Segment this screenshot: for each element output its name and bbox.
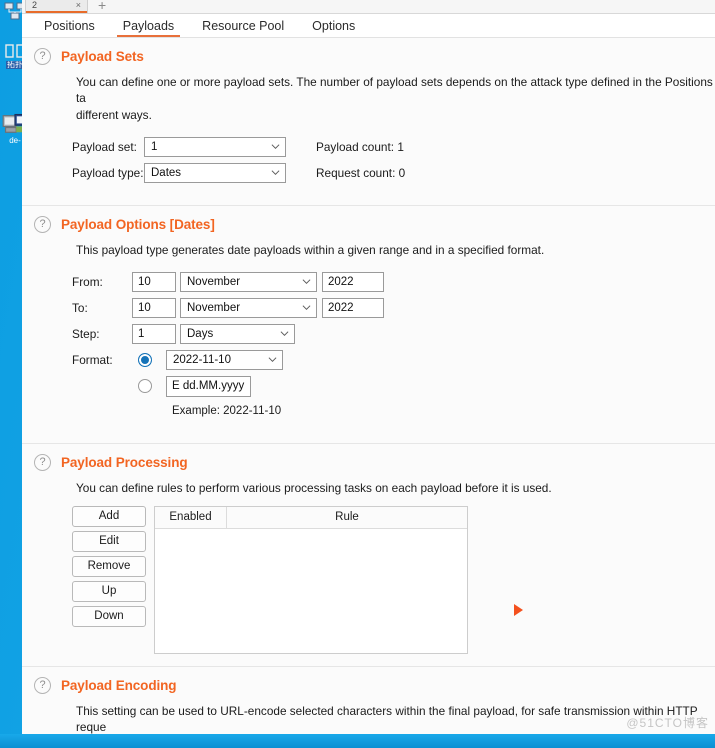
format-label: Format: <box>72 353 113 368</box>
up-button[interactable]: Up <box>72 581 146 603</box>
step-row: Step: 1 Days <box>72 321 715 347</box>
tab-options[interactable]: Options <box>298 19 369 37</box>
to-day-input[interactable]: 10 <box>132 298 176 319</box>
section-payload-encoding: ? Payload Encoding This setting can be u… <box>22 667 715 734</box>
taskbar <box>0 734 715 748</box>
payload-encoding-description: This setting can be used to URL-encode s… <box>76 704 698 734</box>
close-icon[interactable]: × <box>76 0 81 10</box>
from-label: From: <box>72 275 103 290</box>
payload-sets-form: Payload set: 1 Payload count: 1 Payload … <box>72 134 715 186</box>
from-month-value: November <box>187 276 241 289</box>
payload-set-value: 1 <box>151 140 158 153</box>
step-label: Step: <box>72 327 100 342</box>
burp-intruder-window: 2 × + Positions Payloads Resource Pool O… <box>22 0 715 734</box>
to-row: To: 10 November 2022 <box>72 295 715 321</box>
payload-processing-description: You can define rules to perform various … <box>76 481 552 495</box>
tab-positions[interactable]: Positions <box>30 19 109 37</box>
section-payload-sets: ? Payload Sets You can define one or mor… <box>22 38 715 206</box>
format-example: Example: 2022-11-10 <box>172 405 282 418</box>
from-month-select[interactable]: November <box>180 272 317 293</box>
desktop-icon-computer-label: de- <box>9 137 21 145</box>
tab-resource-pool[interactable]: Resource Pool <box>188 19 298 37</box>
payload-encoding-header: ? Payload Encoding <box>34 677 715 694</box>
request-count-label: Request count: 0 <box>316 165 406 180</box>
remove-button[interactable]: Remove <box>72 556 146 578</box>
payload-set-label: Payload set: <box>72 139 137 154</box>
to-label: To: <box>72 301 88 316</box>
payload-type-value: Dates <box>151 166 182 179</box>
help-icon[interactable]: ? <box>34 48 51 65</box>
payload-options-header: ? Payload Options [Dates] <box>34 216 715 233</box>
down-button[interactable]: Down <box>72 606 146 628</box>
payload-type-select[interactable]: Dates <box>144 162 286 183</box>
help-icon[interactable]: ? <box>34 454 51 471</box>
payload-processing-buttons: Add Edit Remove Up Down <box>72 506 146 654</box>
payload-options-title: Payload Options [Dates] <box>61 217 215 232</box>
format-preset-select[interactable]: 2022-11-10 <box>166 350 283 371</box>
format-preset-radio[interactable] <box>138 353 152 368</box>
to-month-select[interactable]: November <box>180 298 317 319</box>
payload-set-row: Payload set: 1 Payload count: 1 <box>72 134 715 160</box>
step-input[interactable]: 1 <box>132 324 176 345</box>
payload-type-label: Payload type: <box>72 165 144 180</box>
from-day-input[interactable]: 10 <box>132 272 176 293</box>
payload-options-description: This payload type generates date payload… <box>76 243 545 257</box>
watermark: @51CTO博客 <box>626 716 709 730</box>
payload-encoding-title: Payload Encoding <box>61 678 177 693</box>
edit-button[interactable]: Edit <box>72 531 146 553</box>
chevron-down-icon <box>271 170 280 175</box>
document-tab-label: 2 <box>32 0 38 10</box>
payload-sets-title: Payload Sets <box>61 49 144 64</box>
annotation-arrow-icon <box>514 604 523 616</box>
from-row: From: 10 November 2022 <box>72 269 715 295</box>
column-header-rule: Rule <box>335 511 359 524</box>
step-unit-select[interactable]: Days <box>180 324 295 345</box>
help-icon[interactable]: ? <box>34 216 51 233</box>
intruder-tab-bar: Positions Payloads Resource Pool Options <box>22 14 715 38</box>
format-preset-value: 2022-11-10 <box>173 354 231 367</box>
payload-processing-title: Payload Processing <box>61 455 188 470</box>
tab-payloads[interactable]: Payloads <box>109 19 188 37</box>
add-button[interactable]: Add <box>72 506 146 528</box>
payload-count-label: Payload count: 1 <box>316 139 404 154</box>
from-year-input[interactable]: 2022 <box>322 272 384 293</box>
chevron-down-icon <box>302 305 311 311</box>
chevron-down-icon <box>302 279 311 285</box>
section-payload-processing: ? Payload Processing You can define rule… <box>22 444 715 667</box>
rules-table[interactable]: Enabled Rule <box>154 506 468 655</box>
to-month-value: November <box>187 302 241 315</box>
payload-sets-header: ? Payload Sets <box>34 48 715 65</box>
format-preset-row: Format: 2022-11-10 <box>72 347 715 373</box>
section-payload-options: ? Payload Options [Dates] This payload t… <box>22 206 715 444</box>
step-unit-value: Days <box>187 328 214 341</box>
chevron-down-icon <box>271 144 280 149</box>
document-tab-active-underline <box>26 11 87 13</box>
chevron-down-icon <box>280 331 289 337</box>
format-custom-radio[interactable] <box>138 379 152 394</box>
payloads-panel: ? Payload Sets You can define one or mor… <box>22 38 715 734</box>
payload-options-form: From: 10 November 2022 To: 10 November 2… <box>72 269 715 417</box>
payload-sets-description: You can define one or more payload sets.… <box>76 75 713 122</box>
payload-processing-header: ? Payload Processing <box>34 454 715 471</box>
chevron-down-icon <box>268 357 277 363</box>
format-custom-row: E dd.MM.yyyy <box>72 373 715 399</box>
payload-set-select[interactable]: 1 <box>144 136 286 157</box>
to-year-input[interactable]: 2022 <box>322 298 384 319</box>
new-tab-button[interactable]: + <box>98 0 106 12</box>
document-tab-strip: 2 × + <box>22 0 715 14</box>
payload-type-row: Payload type: Dates Request count: 0 <box>72 160 715 186</box>
rules-table-header: Enabled Rule <box>155 507 467 530</box>
format-custom-input[interactable]: E dd.MM.yyyy <box>166 375 251 397</box>
help-icon[interactable]: ? <box>34 677 51 694</box>
column-header-enabled: Enabled <box>155 507 227 529</box>
payload-processing-body: Add Edit Remove Up Down Enabled Rule <box>72 506 715 655</box>
